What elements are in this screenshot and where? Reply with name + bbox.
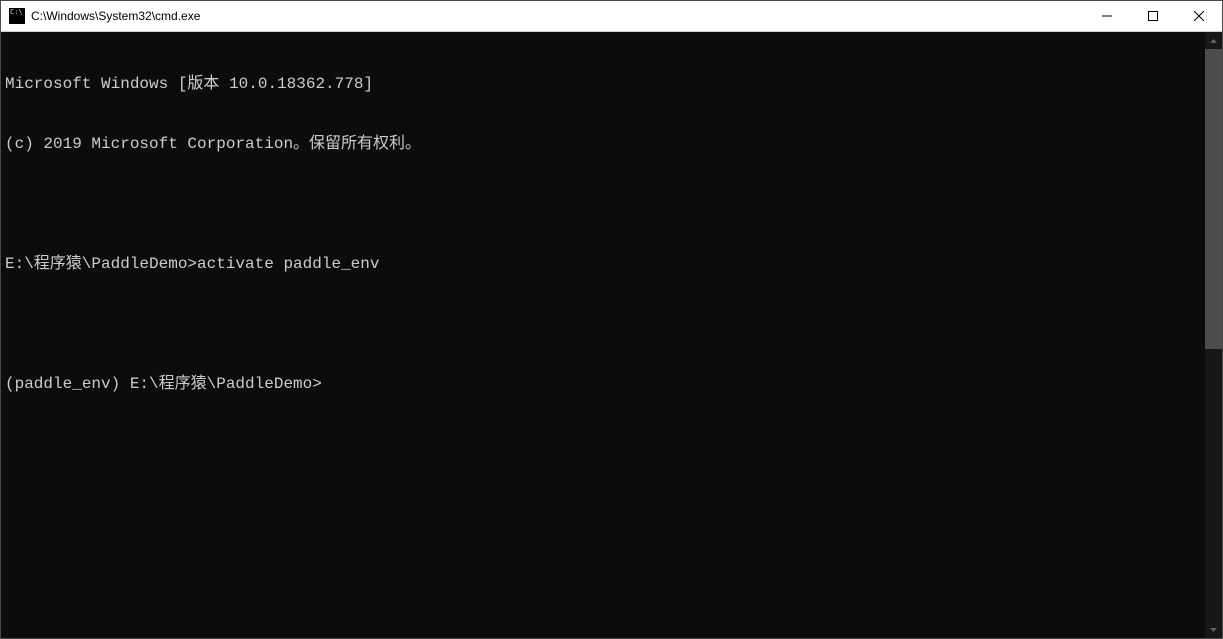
scroll-down-button[interactable] bbox=[1205, 621, 1222, 638]
maximize-button[interactable] bbox=[1130, 1, 1176, 31]
maximize-icon bbox=[1148, 11, 1158, 21]
window-controls bbox=[1084, 1, 1222, 31]
titlebar[interactable]: C:\Windows\System32\cmd.exe bbox=[1, 1, 1222, 32]
window-title: C:\Windows\System32\cmd.exe bbox=[31, 9, 1084, 23]
terminal-line: Microsoft Windows [版本 10.0.18362.778] bbox=[5, 74, 1201, 94]
minimize-icon bbox=[1102, 11, 1112, 21]
terminal-line: E:\程序猿\PaddleDemo>activate paddle_env bbox=[5, 254, 1201, 274]
terminal-area: Microsoft Windows [版本 10.0.18362.778] (c… bbox=[1, 32, 1222, 638]
close-button[interactable] bbox=[1176, 1, 1222, 31]
terminal-content[interactable]: Microsoft Windows [版本 10.0.18362.778] (c… bbox=[1, 32, 1205, 638]
chevron-up-icon bbox=[1210, 39, 1217, 43]
minimize-button[interactable] bbox=[1084, 1, 1130, 31]
terminal-line bbox=[5, 314, 1201, 334]
cmd-window: C:\Windows\System32\cmd.exe Microsoft Wi… bbox=[0, 0, 1223, 639]
cmd-icon bbox=[9, 8, 25, 24]
scroll-up-button[interactable] bbox=[1205, 32, 1222, 49]
chevron-down-icon bbox=[1210, 628, 1217, 632]
terminal-line bbox=[5, 194, 1201, 214]
scrollbar[interactable] bbox=[1205, 32, 1222, 638]
scroll-thumb[interactable] bbox=[1205, 49, 1222, 349]
scroll-track[interactable] bbox=[1205, 49, 1222, 621]
terminal-line: (paddle_env) E:\程序猿\PaddleDemo> bbox=[5, 374, 1201, 394]
close-icon bbox=[1194, 11, 1204, 21]
terminal-line: (c) 2019 Microsoft Corporation。保留所有权利。 bbox=[5, 134, 1201, 154]
